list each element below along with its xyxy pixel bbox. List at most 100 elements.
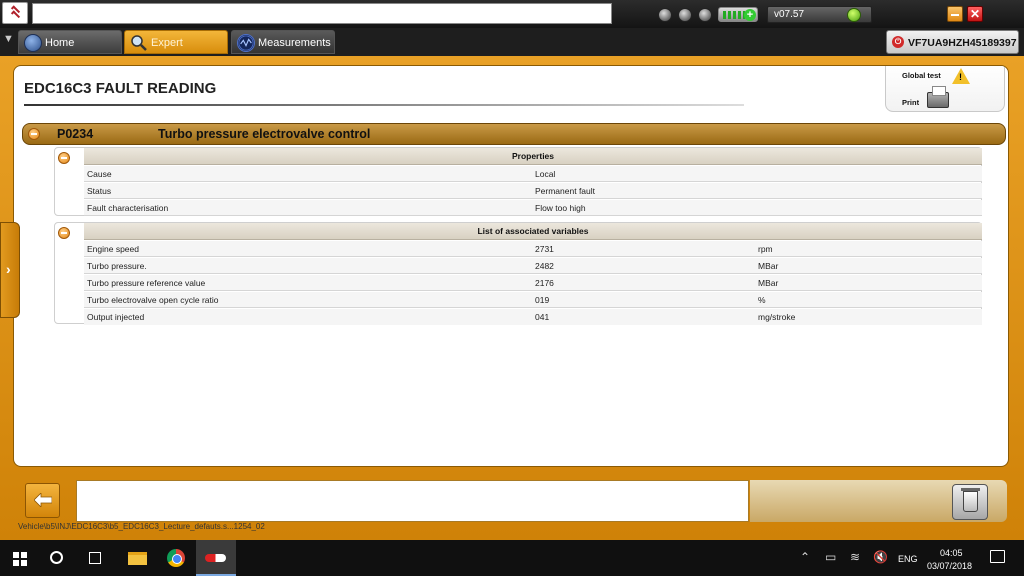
property-label: Status	[87, 186, 112, 196]
variable-value: 2482	[535, 261, 554, 271]
variable-label: Turbo pressure.	[87, 261, 147, 271]
diagbox-taskbar-button[interactable]	[196, 540, 236, 576]
minimize-button[interactable]	[947, 6, 963, 22]
table-row: Turbo pressure reference value 2176 MBar	[84, 275, 982, 291]
tab-home[interactable]: Home	[18, 30, 122, 54]
tab-measurements[interactable]: Measurements	[231, 30, 335, 54]
version-label: v07.57	[774, 9, 805, 20]
task-view-icon	[89, 552, 101, 564]
property-value: Permanent fault	[535, 186, 596, 196]
diagnostic-app-window: + v07.57 ✕ ▼ Home Expert Measurements ⏻ …	[0, 0, 1024, 576]
fault-code: P0234	[57, 127, 94, 141]
side-panel-toggle[interactable]: ›	[0, 222, 20, 318]
main-frame: EDC16C3 FAULT READING Global test ! Prin…	[0, 56, 1024, 540]
language-indicator[interactable]: ENG	[898, 554, 918, 564]
properties-section: Properties Cause Local Status Permanent …	[54, 147, 982, 216]
tab-home-label: Home	[45, 37, 75, 49]
variable-value: 2176	[535, 278, 554, 288]
variable-value: 019	[535, 295, 550, 305]
clock-date[interactable]: 03/07/2018	[927, 561, 972, 571]
back-button[interactable]	[25, 483, 60, 518]
upload-icon[interactable]	[678, 8, 692, 22]
properties-title: Properties	[511, 151, 555, 161]
action-panel: Global test ! Print	[885, 66, 1005, 112]
volume-muted-icon[interactable]: 🔇	[873, 550, 888, 564]
variables-title: List of associated variables	[477, 226, 589, 236]
clock-time[interactable]: 04:05	[940, 548, 963, 558]
print-button[interactable]: Print	[902, 98, 919, 107]
download-icon[interactable]	[658, 8, 672, 22]
arrow-left-icon	[34, 493, 52, 507]
property-label: Cause	[87, 169, 112, 179]
diagbox-icon	[205, 554, 226, 562]
variable-unit: %	[758, 295, 766, 305]
tab-expert-label: Expert	[151, 37, 183, 49]
recycle-bin-icon	[961, 488, 980, 512]
wifi-icon[interactable]: ≋	[850, 550, 860, 564]
variable-label: Output injected	[87, 312, 145, 322]
variable-unit: MBar	[758, 261, 779, 271]
variables-header: List of associated variables	[84, 223, 982, 240]
file-explorer-button[interactable]	[118, 540, 158, 576]
title-divider	[24, 104, 744, 106]
title-bar: + v07.57 ✕	[0, 0, 1024, 28]
table-row: Turbo pressure. 2482 MBar	[84, 258, 982, 274]
chevron-up-icon[interactable]: ⌃	[800, 550, 810, 564]
version-indicator: v07.57	[767, 6, 872, 23]
table-row: Turbo electrovalve open cycle ratio 019 …	[84, 292, 982, 308]
notification-icon[interactable]	[990, 550, 1005, 563]
search-button[interactable]	[38, 540, 78, 576]
network-icon[interactable]: ▭	[825, 550, 836, 564]
chevron-right-icon: ›	[6, 261, 11, 277]
table-row: Cause Local	[84, 166, 982, 182]
folder-icon	[128, 552, 147, 565]
task-view-button[interactable]	[76, 540, 116, 576]
property-value: Local	[535, 169, 556, 179]
table-row: Fault characterisation Flow too high	[84, 200, 982, 216]
property-value: Flow too high	[535, 203, 586, 213]
collapse-icon[interactable]	[58, 227, 70, 239]
power-icon: ⏻	[892, 36, 904, 48]
citroen-logo-icon	[2, 2, 28, 24]
connection-led-icon	[847, 8, 861, 22]
close-button[interactable]: ✕	[967, 6, 983, 22]
taskbar: ⌃ ▭ ≋ 🔇 ENG 04:05 03/07/2018	[0, 540, 1024, 576]
windows-icon	[13, 552, 27, 566]
content-panel: EDC16C3 FAULT READING Global test ! Prin…	[13, 65, 1009, 467]
search-icon	[50, 551, 63, 564]
magnifier-icon	[131, 35, 147, 51]
status-path: Vehicle\b5\INJ\EDC16C3\b5_EDC16C3_Lectur…	[18, 522, 265, 531]
variable-unit: rpm	[758, 244, 773, 254]
variable-value: 041	[535, 312, 550, 322]
chrome-icon	[167, 549, 185, 567]
variable-value: 2731	[535, 244, 554, 254]
fault-header[interactable]: P0234 Turbo pressure electrovalve contro…	[22, 123, 1006, 145]
global-test-button[interactable]: Global test	[902, 71, 941, 80]
nav-bar: ▼ Home Expert Measurements ⏻ VF7UA9HZH45…	[0, 28, 1024, 56]
waveform-icon	[237, 34, 255, 52]
table-row: Status Permanent fault	[84, 183, 982, 199]
table-row: Output injected 041 mg/stroke	[84, 309, 982, 325]
top-address-field[interactable]	[32, 3, 612, 24]
recycle-bin-button[interactable]	[952, 484, 988, 520]
variable-label: Turbo electrovalve open cycle ratio	[87, 295, 219, 305]
variable-unit: mg/stroke	[758, 312, 796, 322]
collapse-icon[interactable]	[28, 128, 40, 140]
vin-display[interactable]: ⏻ VF7UA9HZH45189397	[886, 30, 1019, 54]
warning-icon[interactable]: !	[952, 68, 970, 84]
bottom-bar	[13, 472, 1009, 524]
table-row: Engine speed 2731 rpm	[84, 241, 982, 257]
tab-expert[interactable]: Expert	[124, 30, 228, 54]
chrome-button[interactable]	[157, 540, 197, 576]
collapse-icon[interactable]	[58, 152, 70, 164]
home-icon	[24, 34, 42, 52]
page-title: EDC16C3 FAULT READING	[24, 80, 217, 97]
vin-label: VF7UA9HZH45189397	[908, 37, 1017, 49]
properties-header: Properties	[84, 148, 982, 165]
chevron-down-icon[interactable]: ▼	[3, 33, 17, 47]
start-button[interactable]	[0, 540, 40, 576]
printer-icon[interactable]	[927, 86, 949, 108]
message-field[interactable]	[76, 480, 749, 522]
variables-section: List of associated variables Engine spee…	[54, 222, 982, 325]
settings-wheel-icon[interactable]	[698, 8, 712, 22]
